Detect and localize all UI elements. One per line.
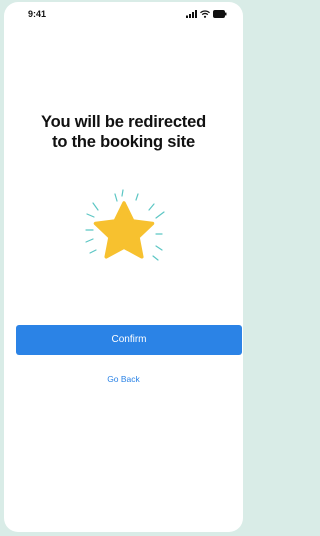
status-bar: 9:41 [4, 2, 243, 26]
page-title-line-2: to the booking site [52, 133, 195, 151]
page-title: You will be redirected to the booking si… [4, 112, 243, 152]
phone-screen: 9:41 You will be redirected to the booki… [4, 2, 243, 532]
wifi-icon [200, 10, 210, 18]
sparkling-star-icon [74, 182, 174, 282]
battery-icon [213, 10, 227, 18]
signal-icon [186, 10, 197, 18]
confirm-button[interactable]: Confirm [16, 325, 242, 355]
status-icons [186, 10, 227, 18]
page-title-line-1: You will be redirected [41, 113, 206, 131]
go-back-link[interactable]: Go Back [4, 374, 243, 384]
status-time: 9:41 [28, 9, 47, 19]
